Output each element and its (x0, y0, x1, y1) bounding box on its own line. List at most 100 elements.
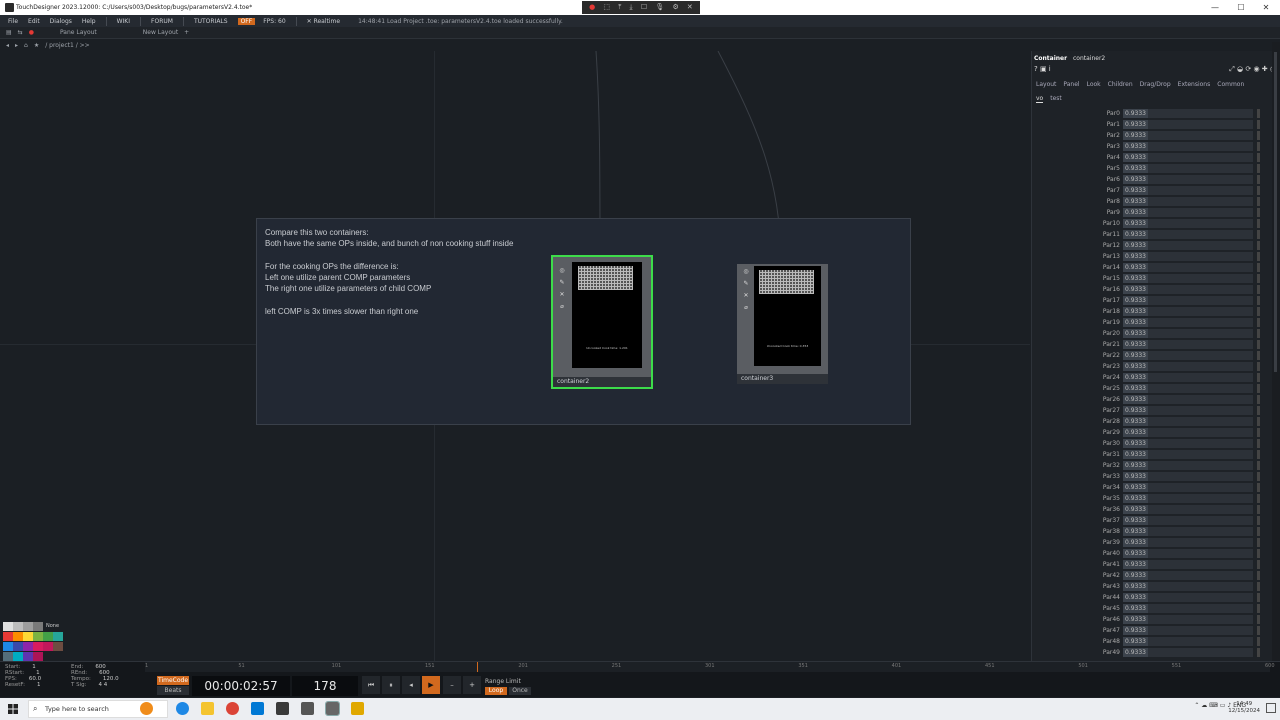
param-value-field[interactable]: 0.9333 (1123, 197, 1253, 206)
param-value-field[interactable]: 0.9333 (1123, 494, 1253, 503)
palette-swatch[interactable] (13, 632, 23, 641)
param-slider-handle[interactable] (1257, 450, 1260, 459)
param-value-field[interactable]: 0.9333 (1123, 373, 1253, 382)
param-name[interactable]: Par20 (1032, 330, 1123, 337)
maximize-button[interactable]: ☐ (1234, 2, 1248, 13)
menu-dialogs[interactable]: Dialogs (50, 18, 72, 25)
param-value-field[interactable]: 0.9333 (1123, 153, 1253, 162)
param-slider-handle[interactable] (1257, 406, 1260, 415)
param-name[interactable]: Par17 (1032, 297, 1123, 304)
param-name[interactable]: Par42 (1032, 572, 1123, 579)
param-name[interactable]: Par34 (1032, 484, 1123, 491)
param-name[interactable]: Par43 (1032, 583, 1123, 590)
param-slider-handle[interactable] (1257, 164, 1260, 173)
window-icon[interactable]: ☐ (641, 1, 647, 14)
param-value-field[interactable]: 0.9333 (1123, 626, 1253, 635)
palette-swatch[interactable] (53, 632, 63, 641)
param-slider-handle[interactable] (1257, 351, 1260, 360)
palette-swatch[interactable] (33, 642, 43, 651)
param-slider-handle[interactable] (1257, 637, 1260, 646)
edge-browser-icon[interactable] (176, 702, 189, 715)
param-slider-handle[interactable] (1257, 274, 1260, 283)
panel-help-info-icons[interactable]: ? ▣ i (1034, 65, 1051, 73)
param-value-field[interactable]: 0.9333 (1123, 142, 1253, 151)
close-button[interactable]: ✕ (1259, 2, 1273, 13)
param-name[interactable]: Par39 (1032, 539, 1123, 546)
param-slider-handle[interactable] (1257, 604, 1260, 613)
param-slider-handle[interactable] (1257, 329, 1260, 338)
param-value-field[interactable]: 0.9333 (1123, 230, 1253, 239)
param-name[interactable]: Par3 (1032, 143, 1123, 150)
forward-icon[interactable]: ▸ (15, 42, 18, 49)
scrollbar-thumb[interactable] (1274, 52, 1277, 372)
pause-button[interactable]: ⏸ (382, 676, 400, 694)
param-slider-handle[interactable] (1257, 186, 1260, 195)
param-value-field[interactable]: 0.9333 (1123, 604, 1253, 613)
param-name[interactable]: Par12 (1032, 242, 1123, 249)
param-name[interactable]: Par33 (1032, 473, 1123, 480)
timeline-setting[interactable]: T Sig: 4 4 (71, 682, 119, 688)
panel-scrollbar[interactable] (1272, 42, 1280, 661)
new-layout-button[interactable]: New Layout (143, 29, 178, 36)
param-value-field[interactable]: 0.9333 (1123, 164, 1253, 173)
palette-swatch[interactable] (13, 622, 23, 631)
param-name[interactable]: Par11 (1032, 231, 1123, 238)
param-value-field[interactable]: 0.9333 (1123, 472, 1253, 481)
param-value-field[interactable]: 0.9333 (1123, 593, 1253, 602)
param-value-field[interactable]: 0.9333 (1123, 582, 1253, 591)
param-name[interactable]: Par19 (1032, 319, 1123, 326)
param-name[interactable]: Par41 (1032, 561, 1123, 568)
tutorials-link[interactable]: TUTORIALS (194, 18, 228, 25)
param-slider-handle[interactable] (1257, 582, 1260, 591)
bookmark-star-icon[interactable]: ★ (34, 42, 39, 49)
palette-swatch[interactable] (33, 622, 43, 631)
param-value-field[interactable]: 0.9333 (1123, 318, 1253, 327)
param-slider-handle[interactable] (1257, 241, 1260, 250)
param-value-field[interactable]: 0.9333 (1123, 252, 1253, 261)
settings-gear-icon[interactable]: ⚙ (672, 1, 678, 14)
param-value-field[interactable]: 0.9333 (1123, 340, 1253, 349)
container3-node[interactable]: ◎ ✎ ✕ ⌀ Uncooked Cook time: 0.353 contai… (737, 264, 828, 384)
param-value-field[interactable]: 0.9333 (1123, 208, 1253, 217)
param-name[interactable]: Par46 (1032, 616, 1123, 623)
param-value-field[interactable]: 0.9333 (1123, 450, 1253, 459)
back-icon[interactable]: ◂ (6, 42, 9, 49)
edit-icon[interactable]: ✎ (742, 280, 750, 288)
param-slider-handle[interactable] (1257, 505, 1260, 514)
param-name[interactable]: Par18 (1032, 308, 1123, 315)
param-slider-handle[interactable] (1257, 538, 1260, 547)
tab-children[interactable]: Children (1108, 81, 1133, 88)
param-value-field[interactable]: 0.9333 (1123, 560, 1253, 569)
node-name-label[interactable]: container3 (737, 374, 828, 384)
menu-edit[interactable]: Edit (28, 18, 40, 25)
param-name[interactable]: Par38 (1032, 528, 1123, 535)
param-name[interactable]: Par8 (1032, 198, 1123, 205)
windows-start-icon[interactable] (8, 704, 18, 714)
play-button[interactable]: ▶ (422, 676, 440, 694)
param-value-field[interactable]: 0.9333 (1123, 417, 1253, 426)
param-slider-handle[interactable] (1257, 131, 1260, 140)
palette-swatch[interactable] (23, 652, 33, 661)
param-name[interactable]: Par9 (1032, 209, 1123, 216)
param-slider-handle[interactable] (1257, 593, 1260, 602)
param-slider-handle[interactable] (1257, 197, 1260, 206)
param-value-field[interactable]: 0.9333 (1123, 285, 1253, 294)
tab-extensions[interactable]: Extensions (1178, 81, 1211, 88)
param-slider-handle[interactable] (1257, 153, 1260, 162)
add-layout-button[interactable]: + (184, 29, 189, 36)
param-slider-handle[interactable] (1257, 571, 1260, 580)
param-name[interactable]: Par0 (1032, 110, 1123, 117)
record-icon[interactable]: ● (589, 1, 595, 14)
frame-display[interactable]: 178 (292, 676, 358, 696)
param-slider-handle[interactable] (1257, 560, 1260, 569)
param-value-field[interactable]: 0.9333 (1123, 461, 1253, 470)
param-value-field[interactable]: 0.9333 (1123, 406, 1253, 415)
param-slider-handle[interactable] (1257, 230, 1260, 239)
timecode-display[interactable]: 00:00:02:57 (192, 676, 290, 696)
minimize-button[interactable]: — (1208, 2, 1222, 13)
param-name[interactable]: Par45 (1032, 605, 1123, 612)
palette-none-label[interactable]: None (46, 623, 59, 629)
param-name[interactable]: Par1 (1032, 121, 1123, 128)
palette-swatch[interactable] (13, 642, 23, 651)
param-value-field[interactable]: 0.9333 (1123, 439, 1253, 448)
